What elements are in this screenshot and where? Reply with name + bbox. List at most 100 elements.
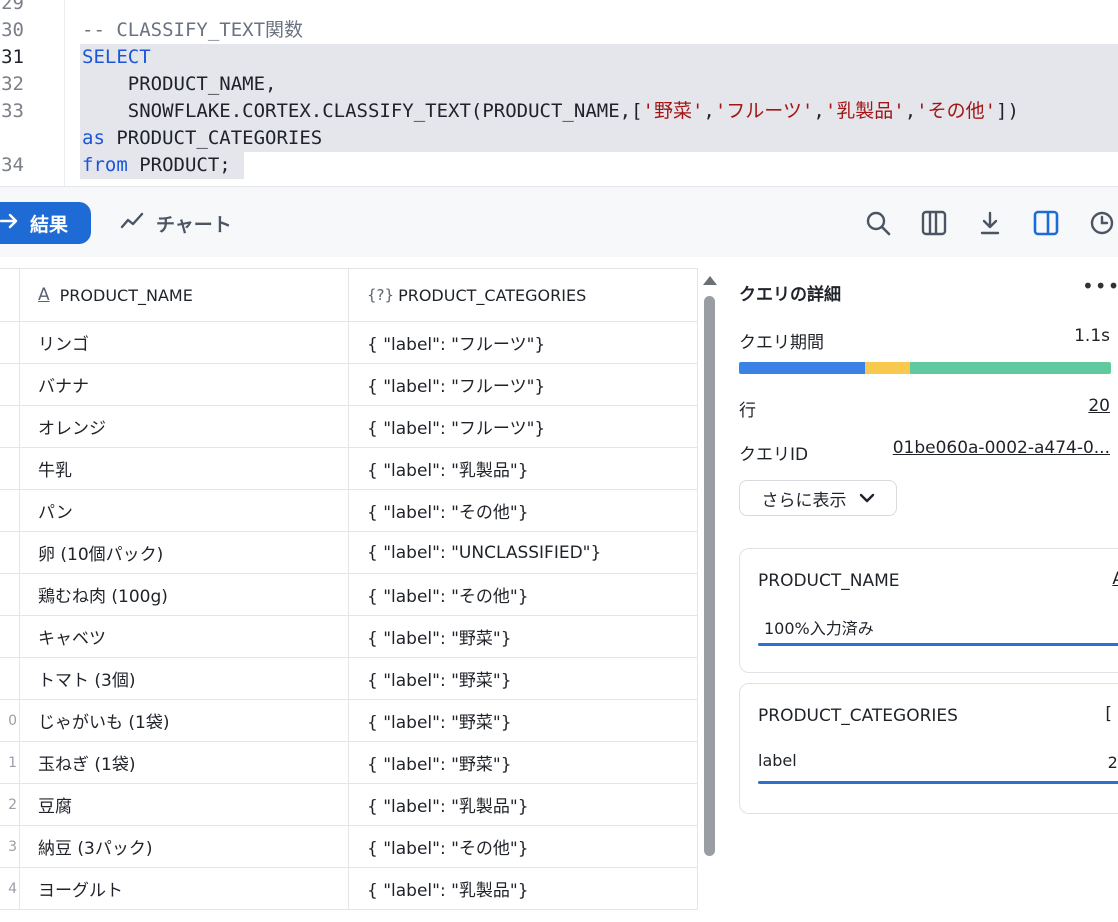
cell-product-categories[interactable]: { "label": "野菜"} bbox=[348, 615, 698, 658]
row-number bbox=[0, 531, 20, 574]
cell-product-categories[interactable]: { "label": "その他"} bbox=[348, 489, 698, 532]
cell-product-name[interactable]: リンゴ bbox=[19, 321, 349, 364]
card-fill-bar bbox=[758, 781, 1118, 784]
show-more-button[interactable]: さらに表示 bbox=[739, 480, 897, 516]
cell-product-name[interactable]: ヨーグルト bbox=[19, 867, 349, 910]
line-number: 30 bbox=[1, 19, 24, 41]
cell-product-name[interactable]: キャベツ bbox=[19, 615, 349, 658]
query-id-label: クエリID bbox=[739, 445, 809, 465]
tab-results-label: 結果 bbox=[30, 213, 69, 236]
table-body: リンゴ{ "label": "フルーツ"} バナナ{ "label": "フルーツ… bbox=[0, 321, 698, 910]
text-type-icon: A bbox=[38, 285, 50, 305]
row-number bbox=[0, 489, 20, 532]
tab-results[interactable]: 結果 bbox=[0, 202, 91, 244]
row-number: 3 bbox=[0, 825, 20, 868]
table-row[interactable]: 牛乳{ "label": "乳製品"} bbox=[0, 447, 698, 490]
row-number-header bbox=[0, 269, 20, 322]
table-row[interactable]: パン{ "label": "その他"} bbox=[0, 489, 698, 532]
table-scrollbar-thumb[interactable] bbox=[704, 296, 715, 856]
card-stat-value: 20 bbox=[1107, 753, 1118, 772]
duration-value: 1.1s bbox=[1074, 326, 1110, 346]
code-table-name: PRODUCT; bbox=[127, 154, 231, 176]
cell-product-name[interactable]: 鶏むね肉 (100g) bbox=[19, 573, 349, 616]
columns-icon[interactable] bbox=[920, 209, 948, 237]
split-panel-icon[interactable] bbox=[1032, 209, 1060, 237]
duration-bar bbox=[739, 362, 1111, 374]
table-row[interactable]: キャベツ{ "label": "野菜"} bbox=[0, 615, 698, 658]
code-line: SNOWFLAKE.CORTEX.CLASSIFY_TEXT(PRODUCT_N… bbox=[82, 98, 1019, 125]
download-icon[interactable] bbox=[976, 209, 1004, 237]
table-row[interactable]: 3 納豆 (3パック){ "label": "その他"} bbox=[0, 825, 698, 868]
query-id-link[interactable]: 01be060a-0002-a474-0... bbox=[893, 438, 1110, 458]
cell-product-name[interactable]: オレンジ bbox=[19, 405, 349, 448]
cell-product-categories[interactable]: { "label": "その他"} bbox=[348, 573, 698, 616]
line-number: 32 bbox=[1, 73, 24, 95]
cell-product-name[interactable]: じゃがいも (1袋) bbox=[19, 699, 349, 742]
table-row[interactable]: 0 じゃがいも (1袋){ "label": "野菜"} bbox=[0, 699, 698, 742]
cell-product-categories[interactable]: { "label": "野菜"} bbox=[348, 657, 698, 700]
cell-product-name[interactable]: パン bbox=[19, 489, 349, 532]
code-comment: -- CLASSIFY_TEXT関数 bbox=[82, 19, 304, 41]
row-number bbox=[0, 405, 20, 448]
table-row[interactable]: リンゴ{ "label": "フルーツ"} bbox=[0, 321, 698, 364]
cell-product-categories[interactable]: { "label": "野菜"} bbox=[348, 741, 698, 784]
cell-product-name[interactable]: 卵 (10個パック) bbox=[19, 531, 349, 574]
code-function-call: SNOWFLAKE.CORTEX.CLASSIFY_TEXT(PRODUCT_N… bbox=[82, 100, 643, 122]
arrow-right-icon bbox=[0, 212, 20, 234]
cell-product-categories[interactable]: { "label": "乳製品"} bbox=[348, 783, 698, 826]
table-row[interactable]: 鶏むね肉 (100g){ "label": "その他"} bbox=[0, 573, 698, 616]
column-header-product-categories[interactable]: {?} PRODUCT_CATEGORIES bbox=[348, 269, 698, 322]
row-number: 1 bbox=[0, 741, 20, 784]
row-number bbox=[0, 615, 20, 658]
tab-chart[interactable]: チャート bbox=[120, 202, 232, 244]
history-icon[interactable] bbox=[1088, 209, 1116, 237]
table-row[interactable]: 卵 (10個パック){ "label": "UNCLASSIFIED"} bbox=[0, 531, 698, 574]
cell-product-categories[interactable]: { "label": "乳製品"} bbox=[348, 867, 698, 910]
more-options-icon[interactable]: ••• bbox=[1082, 274, 1118, 298]
cell-product-categories[interactable]: { "label": "その他"} bbox=[348, 825, 698, 868]
rows-label: 行 bbox=[739, 401, 756, 421]
column-stat-card-product-name[interactable]: PRODUCT_NAME A 100%入力済み bbox=[739, 548, 1118, 673]
code-comma: , bbox=[813, 100, 825, 122]
duration-label: クエリ期間 bbox=[739, 333, 824, 353]
code-string: 'その他' bbox=[916, 100, 997, 122]
column-header-product-name[interactable]: A PRODUCT_NAME bbox=[19, 269, 349, 322]
code-select-keyword: SELECT bbox=[82, 46, 151, 68]
code-from-keyword: from bbox=[82, 154, 128, 176]
cell-product-categories[interactable]: { "label": "野菜"} bbox=[348, 699, 698, 742]
column-stat-card-product-categories[interactable]: PRODUCT_CATEGORIES [ ] label 20 bbox=[739, 683, 1118, 814]
table-row[interactable]: オレンジ{ "label": "フルーツ"} bbox=[0, 405, 698, 448]
code-string: '乳製品' bbox=[824, 100, 905, 122]
cell-product-categories[interactable]: { "label": "フルーツ"} bbox=[348, 321, 698, 364]
cell-product-name[interactable]: 納豆 (3パック) bbox=[19, 825, 349, 868]
cell-product-name[interactable]: バナナ bbox=[19, 363, 349, 406]
panel-title: クエリの詳細 bbox=[739, 285, 841, 305]
code-comma: , bbox=[703, 100, 715, 122]
table-row[interactable]: 4 ヨーグルト{ "label": "乳製品"} bbox=[0, 867, 698, 910]
table-row[interactable]: 2 豆腐{ "label": "乳製品"} bbox=[0, 783, 698, 826]
rows-value[interactable]: 20 bbox=[1088, 396, 1110, 416]
cell-product-name[interactable]: 豆腐 bbox=[19, 783, 349, 826]
cell-product-name[interactable]: トマト (3個) bbox=[19, 657, 349, 700]
show-more-label: さらに表示 bbox=[761, 490, 847, 511]
search-icon[interactable] bbox=[864, 209, 892, 237]
cell-product-categories[interactable]: { "label": "乳製品"} bbox=[348, 447, 698, 490]
code-as-keyword: as bbox=[82, 127, 105, 149]
row-number: 0 bbox=[0, 699, 20, 742]
column-header-label: PRODUCT_CATEGORIES bbox=[398, 285, 587, 305]
cell-product-name[interactable]: 玉ねぎ (1袋) bbox=[19, 741, 349, 784]
row-number bbox=[0, 363, 20, 406]
cell-product-name[interactable]: 牛乳 bbox=[19, 447, 349, 490]
duration-segment bbox=[739, 362, 866, 374]
table-row[interactable]: 1 玉ねぎ (1袋){ "label": "野菜"} bbox=[0, 741, 698, 784]
row-number bbox=[0, 447, 20, 490]
table-header-row: A PRODUCT_NAME {?} PRODUCT_CATEGORIES bbox=[0, 269, 698, 322]
sql-editor[interactable]: 29 30 31 32 33 34 -- CLASSIFY_TEXT関数 SEL… bbox=[0, 0, 1118, 186]
cell-product-categories[interactable]: { "label": "UNCLASSIFIED"} bbox=[348, 531, 698, 574]
scroll-up-arrow-icon[interactable] bbox=[703, 276, 717, 285]
table-row[interactable]: バナナ{ "label": "フルーツ"} bbox=[0, 363, 698, 406]
table-row[interactable]: トマト (3個){ "label": "野菜"} bbox=[0, 657, 698, 700]
cell-product-categories[interactable]: { "label": "フルーツ"} bbox=[348, 363, 698, 406]
tab-chart-label: チャート bbox=[156, 213, 232, 236]
cell-product-categories[interactable]: { "label": "フルーツ"} bbox=[348, 405, 698, 448]
